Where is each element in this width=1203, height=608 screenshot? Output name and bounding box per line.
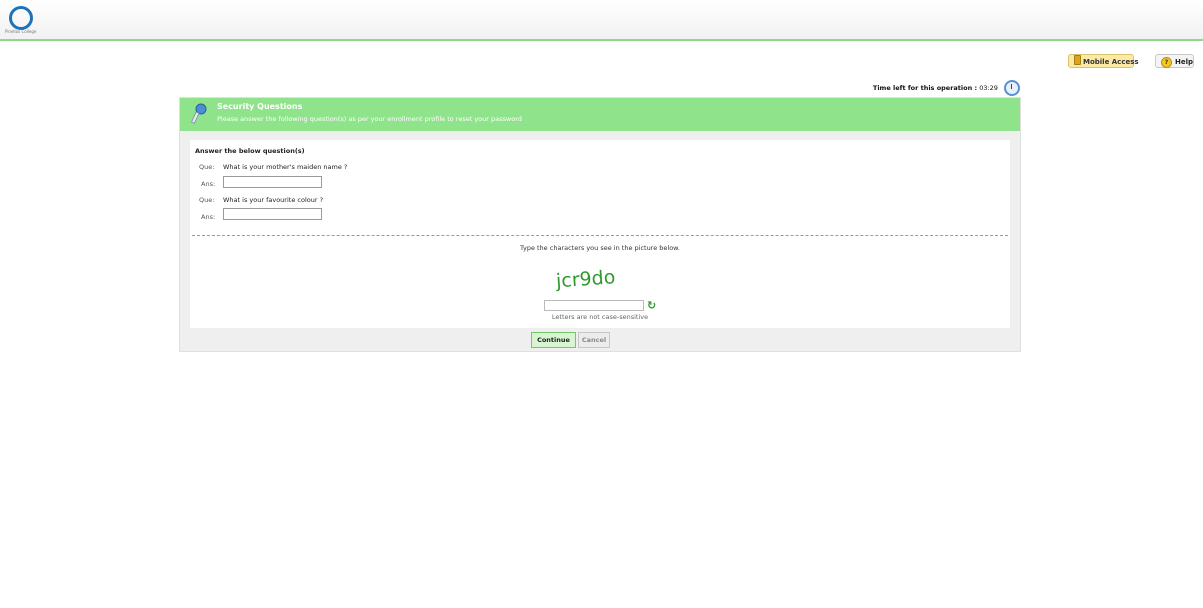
answer-2-input[interactable]: [223, 208, 322, 220]
key-icon: [191, 103, 207, 124]
panel-subtitle: Please answer the following question(s) …: [217, 115, 522, 123]
section-title: Answer the below question(s): [195, 147, 305, 155]
captcha-input[interactable]: [544, 300, 644, 311]
help-label: Help: [1175, 58, 1194, 66]
logo-icon[interactable]: [9, 6, 33, 30]
answer-1-label: Ans:: [201, 180, 216, 188]
help-button[interactable]: ? Help: [1155, 54, 1194, 68]
question-2-text: What is your favourite colour ?: [223, 196, 324, 204]
captcha-image: jcr9do: [554, 266, 616, 292]
answer-2-label: Ans:: [201, 213, 216, 221]
refresh-icon[interactable]: ↻: [647, 299, 656, 312]
question-1-text: What is your mother's maiden name ?: [223, 163, 348, 171]
top-bar: Pinellas College: [0, 0, 1203, 41]
question-1-label: Que:: [199, 163, 215, 171]
logo-text: Pinellas College: [5, 29, 37, 34]
timer-value: 03:29: [979, 84, 998, 92]
captcha-text: jcr9do: [554, 266, 616, 292]
panel-title: Security Questions: [217, 102, 303, 111]
question-2-label: Que:: [199, 196, 215, 204]
timer-label: Time left for this operation :: [872, 84, 978, 92]
continue-button[interactable]: Continue: [531, 332, 576, 348]
clock-icon: [1004, 80, 1020, 96]
panel-header: Security Questions Please answer the fol…: [180, 98, 1020, 131]
mobile-access-button[interactable]: Mobile Access: [1068, 54, 1139, 68]
captcha-prompt: Type the characters you see in the pictu…: [520, 244, 680, 252]
phone-icon: [1074, 55, 1081, 65]
cancel-button[interactable]: Cancel: [578, 332, 610, 348]
timer-row: Time left for this operation : 03:29: [840, 80, 1020, 96]
mobile-access-label: Mobile Access: [1083, 58, 1139, 66]
divider: [192, 235, 1008, 236]
questions-form: Answer the below question(s) Que: What i…: [190, 140, 1010, 328]
captcha-note: Letters are not case-sensitive: [551, 313, 649, 321]
help-icon: ?: [1161, 57, 1172, 68]
answer-1-input[interactable]: [223, 176, 322, 188]
security-questions-panel: Security Questions Please answer the fol…: [179, 97, 1021, 352]
